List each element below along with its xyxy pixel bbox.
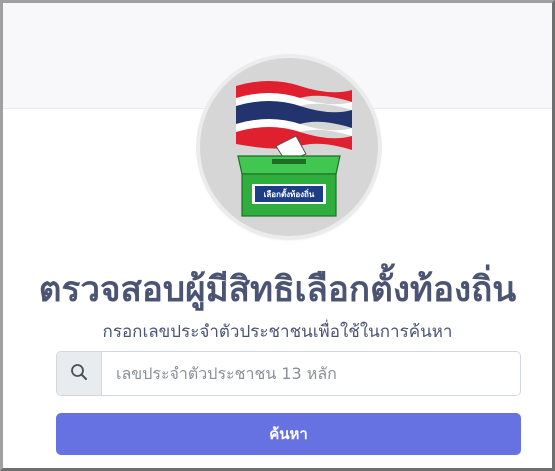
search-button[interactable]: ค้นหา xyxy=(56,413,521,455)
search-icon xyxy=(70,363,88,385)
page-subtitle: กรอกเลขประจำตัวประชาชนเพื่อใช้ในการค้นหา xyxy=(102,322,453,342)
citizen-id-input[interactable] xyxy=(102,352,520,395)
search-addon xyxy=(57,352,102,395)
ballot-box-label: เลือกตั้งท้องถิ่น xyxy=(263,190,315,199)
election-logo: เลือกตั้งท้องถิ่น xyxy=(200,58,378,236)
search-group xyxy=(56,351,521,396)
ballot-box-icon xyxy=(237,155,341,217)
page-title: ตรวจสอบผู้มีสิทธิเลือกตั้งท้องถิ่น xyxy=(38,270,517,310)
